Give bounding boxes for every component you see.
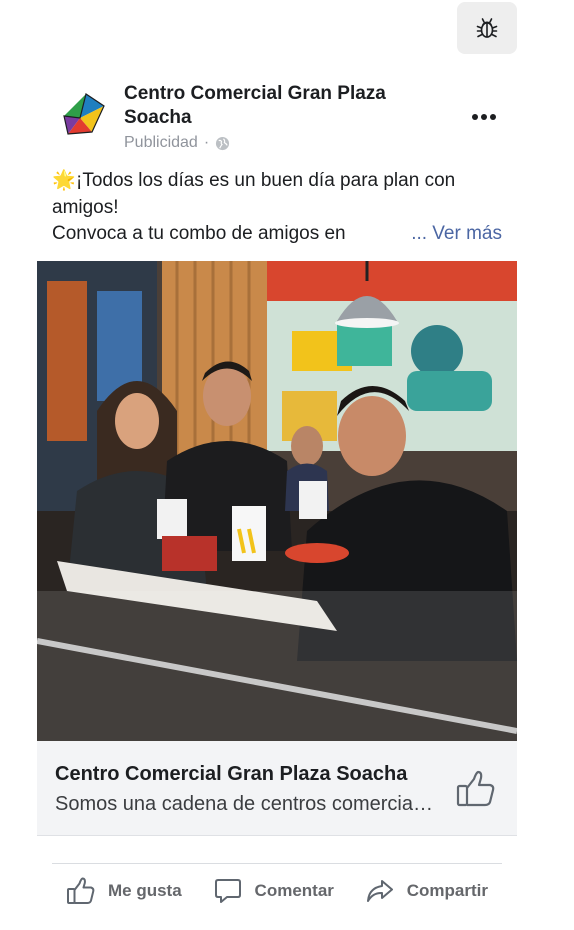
link-card[interactable]: Centro Comercial Gran Plaza Soacha Somos… [37, 741, 517, 836]
star-logo-icon [63, 93, 105, 135]
star-emoji-icon: 🌟 [52, 170, 76, 191]
like-icon [67, 877, 95, 904]
comment-label: Comentar [254, 881, 334, 900]
thumbs-up-icon [456, 770, 495, 807]
card-like-button[interactable] [455, 769, 497, 809]
share-label: Compartir [406, 881, 488, 900]
photo-illustration [37, 261, 517, 741]
post-text-third-line: Convoca a tu combo de amigos en [52, 223, 346, 244]
page-logo[interactable] [56, 88, 108, 140]
like-label: Me gusta [108, 881, 182, 900]
post-text-first-line: ¡Todos los días es un buen día para plan… [76, 170, 456, 191]
like-button[interactable]: Me gusta [66, 876, 182, 906]
post-text-line3: Convoca a tu combo de amigos en ... Ver … [52, 221, 502, 248]
post-photo[interactable] [37, 261, 517, 741]
globe-icon [216, 136, 230, 150]
post-text-line1: 🌟¡Todos los días es un buen día para pla… [52, 168, 502, 195]
action-bar: Me gusta Comentar Compartir [52, 866, 502, 916]
more-options-button[interactable] [464, 102, 504, 132]
comment-button[interactable]: Comentar [213, 876, 334, 906]
share-icon [366, 880, 393, 902]
more-options-icon [472, 114, 496, 120]
page-name-link[interactable]: Centro Comercial Gran Plaza Soacha [124, 82, 454, 130]
bug-icon [476, 18, 498, 38]
post-header: Centro Comercial Gran Plaza Soacha Publi… [52, 80, 517, 160]
post-text: 🌟¡Todos los días es un buen día para pla… [52, 168, 502, 248]
actions-divider [52, 863, 502, 864]
see-more-link[interactable]: ... Ver más [411, 221, 502, 248]
card-title[interactable]: Centro Comercial Gran Plaza Soacha [55, 763, 407, 786]
share-button[interactable]: Compartir [365, 876, 488, 906]
post-text-line2: amigos! [52, 196, 119, 218]
comment-icon [214, 879, 241, 903]
sponsored-label[interactable]: Publicidad [124, 134, 198, 152]
debug-button[interactable] [457, 2, 517, 54]
card-description: Somos una cadena de centros comerciales [55, 793, 435, 815]
meta-separator: · [203, 134, 210, 151]
post-meta: Publicidad · [124, 134, 230, 152]
